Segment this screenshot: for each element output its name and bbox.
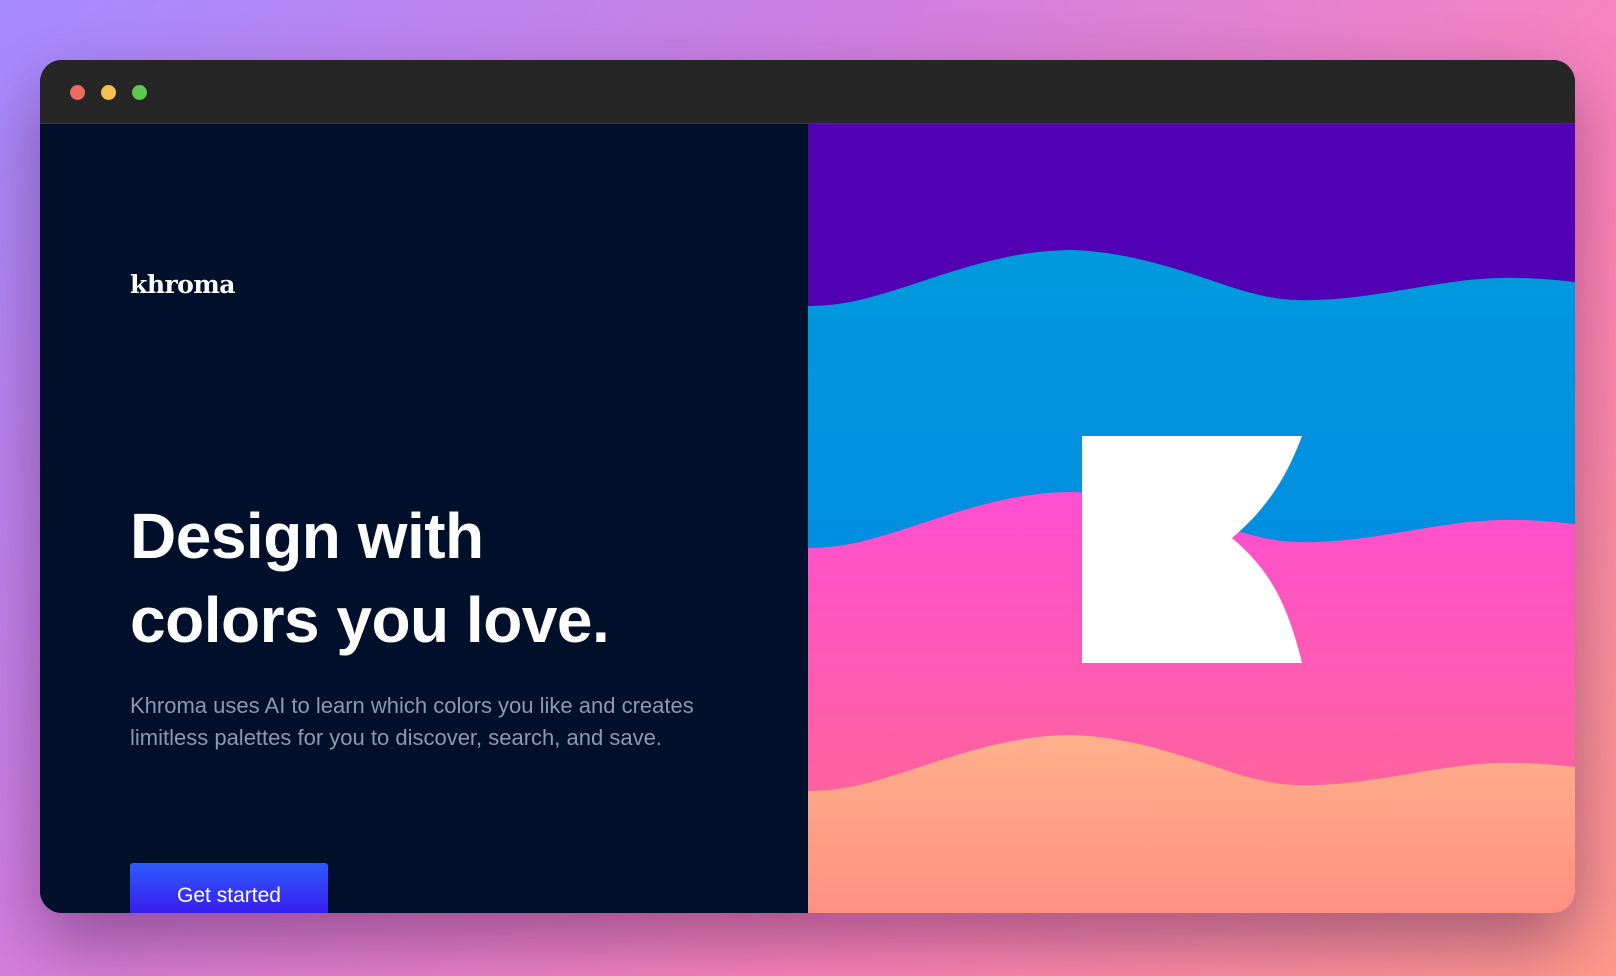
headline-line-1: Design with [130,500,484,572]
maximize-window-button[interactable] [132,85,147,100]
minimize-window-button[interactable] [101,85,116,100]
hero-illustration [808,124,1575,913]
close-window-button[interactable] [70,85,85,100]
khroma-logo[interactable]: khroma [130,270,236,299]
hero-description: Khroma uses AI to learn which colors you… [130,693,694,750]
hero-left-panel: khroma Design with colors you love. Khro… [40,124,808,913]
browser-window: khroma Design with colors you love. Khro… [40,60,1575,913]
window-titlebar [40,60,1575,124]
hero-headline: Design with colors you love. [130,494,610,662]
color-waves-illustration [808,124,1575,913]
headline-line-2: colors you love. [130,584,610,656]
get-started-button[interactable]: Get started [130,863,328,913]
